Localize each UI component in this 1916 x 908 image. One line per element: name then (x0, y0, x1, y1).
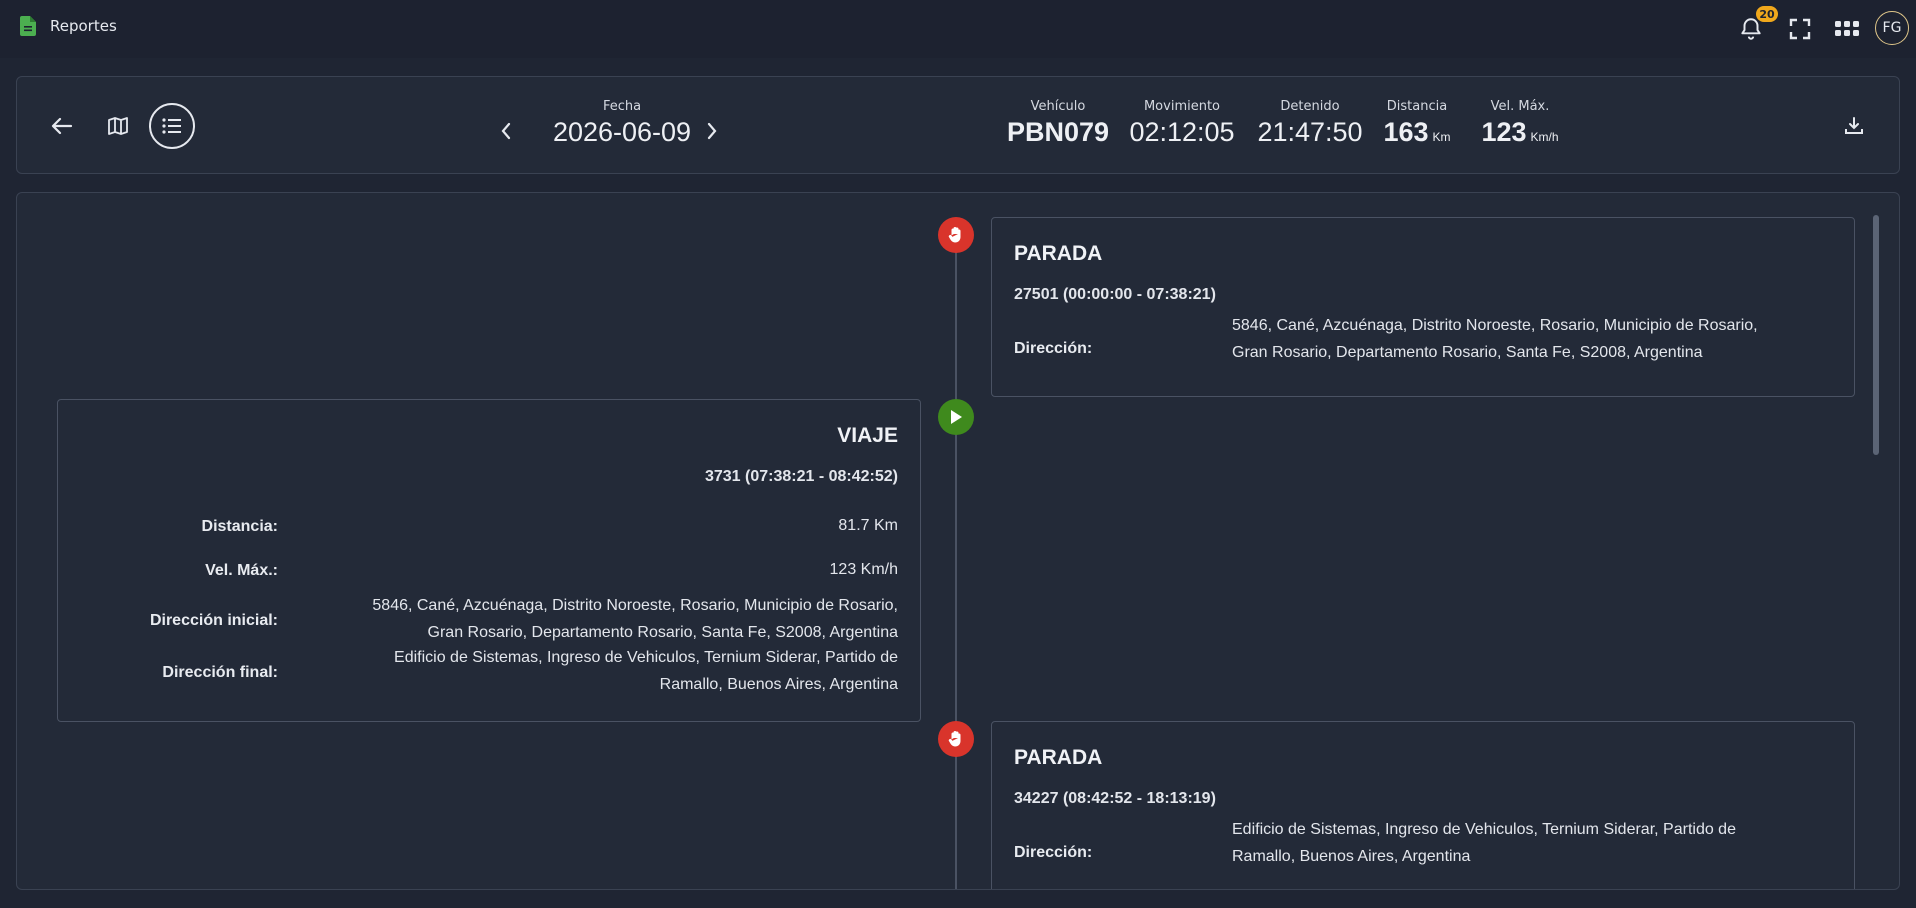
event-title: VIAJE (837, 424, 898, 447)
event-subtitle: 3731 (07:38:21 - 08:42:52) (704, 468, 898, 485)
max-speed-value: 123 Km/h (829, 561, 898, 578)
map-view-button[interactable] (95, 103, 141, 149)
event-title: PARADA (1014, 746, 1103, 769)
stop-event-card[interactable]: PARADA 34227 (08:42:52 - 18:13:19) Direc… (991, 721, 1855, 889)
stat-movement: Movimiento 02:12:05 (1127, 77, 1237, 175)
trip-marker (938, 399, 974, 435)
top-bar: Reportes 20 FG (0, 0, 1916, 58)
address-label: Dirección: (1014, 340, 1093, 357)
address-line: Edificio de Sistemas, Ingreso de Vehicul… (394, 649, 898, 666)
notifications-badge: 20 (1756, 6, 1778, 22)
next-date-button[interactable] (701, 117, 723, 145)
timeline-line (955, 223, 957, 889)
end-address-value: Edificio de Sistemas, Ingreso de Vehicul… (298, 644, 898, 698)
document-icon (20, 16, 36, 36)
address-line: Ramallo, Buenos Aires, Argentina (659, 676, 898, 693)
stat-stopped-label: Detenido (1280, 99, 1340, 114)
stat-distance-label: Distancia (1386, 99, 1448, 114)
fullscreen-icon (1789, 18, 1811, 40)
back-arrow-icon (51, 117, 73, 135)
event-subtitle: 34227 (08:42:52 - 18:13:19) (1014, 790, 1216, 807)
stat-max-speed-unit: Km/h (1530, 130, 1559, 144)
start-address-label: Dirección inicial: (149, 612, 278, 629)
chevron-right-icon (707, 122, 717, 140)
distance-label: Distancia: (201, 518, 278, 535)
start-address-value: 5846, Cané, Azcuénaga, Distrito Noroeste… (298, 592, 898, 646)
address-value: 5846, Cané, Azcuénaga, Distrito Noroeste… (1232, 312, 1832, 366)
stop-marker (938, 217, 974, 253)
previous-date-button[interactable] (495, 117, 517, 145)
timeline-scrollbar[interactable] (1873, 215, 1879, 455)
list-view-button[interactable] (149, 103, 195, 149)
stat-vehicle-label: Vehículo (1030, 99, 1086, 114)
stat-movement-label: Movimiento (1143, 99, 1221, 114)
max-speed-label: Vel. Máx.: (205, 562, 278, 579)
address-line: Gran Rosario, Departamento Rosario, Sant… (427, 624, 898, 641)
timeline-container: PARADA 27501 (00:00:00 - 07:38:21) Direc… (16, 192, 1900, 890)
stat-distance-number: 163 (1383, 117, 1429, 147)
play-icon (951, 410, 962, 424)
event-subtitle: 27501 (00:00:00 - 07:38:21) (1014, 286, 1216, 303)
stat-stopped-value: 21:47:50 (1257, 117, 1363, 147)
date-selector: Fecha 2026-06-09 (517, 77, 727, 175)
address-label: Dirección: (1014, 844, 1093, 861)
stat-stopped: Detenido 21:47:50 (1255, 77, 1365, 175)
apps-grid-icon (1835, 21, 1859, 36)
hand-stop-icon (948, 227, 961, 243)
list-icon (162, 118, 181, 134)
breadcrumb-label: Reportes (50, 17, 117, 35)
report-header: Fecha 2026-06-09 Vehículo PBN079 Movimie… (16, 76, 1900, 174)
stat-max-speed-value: 123 Km/h (1465, 117, 1575, 148)
stat-vehicle: Vehículo PBN079 (1003, 77, 1113, 175)
download-button[interactable] (1831, 103, 1877, 149)
address-line: Ramallo, Buenos Aires, Argentina (1232, 848, 1471, 865)
stat-vehicle-value: PBN079 (1006, 117, 1110, 147)
trip-event-card[interactable]: VIAJE 3731 (07:38:21 - 08:42:52) Distanc… (57, 399, 921, 722)
stat-distance-value: 163 Km (1367, 117, 1467, 148)
address-value: Edificio de Sistemas, Ingreso de Vehicul… (1232, 816, 1832, 870)
distance-value: 81.7 Km (838, 517, 898, 534)
address-line: 5846, Cané, Azcuénaga, Distrito Noroeste… (1232, 317, 1758, 334)
stat-max-speed-label: Vel. Máx. (1490, 99, 1550, 114)
chevron-left-icon (501, 122, 511, 140)
address-line: Edificio de Sistemas, Ingreso de Vehicul… (1232, 821, 1736, 838)
date-label: Fecha (602, 99, 642, 114)
download-icon (1845, 117, 1863, 134)
stop-marker (938, 721, 974, 757)
stat-max-speed-number: 123 (1481, 117, 1527, 147)
address-line: Gran Rosario, Departamento Rosario, Sant… (1232, 344, 1703, 361)
stat-distance-unit: Km (1432, 130, 1451, 144)
end-address-label: Dirección final: (162, 664, 278, 681)
stat-max-speed: Vel. Máx. 123 Km/h (1465, 77, 1575, 175)
date-value[interactable]: 2026-06-09 (517, 117, 727, 148)
fullscreen-button[interactable] (1785, 14, 1815, 44)
breadcrumb[interactable]: Reportes (20, 16, 117, 36)
stat-movement-value: 02:12:05 (1129, 117, 1235, 147)
user-avatar[interactable]: FG (1875, 11, 1909, 45)
stop-event-card[interactable]: PARADA 27501 (00:00:00 - 07:38:21) Direc… (991, 217, 1855, 397)
stat-distance: Distancia 163 Km (1367, 77, 1467, 175)
event-title: PARADA (1014, 242, 1103, 265)
back-button[interactable] (39, 103, 85, 149)
address-line: 5846, Cané, Azcuénaga, Distrito Noroeste… (372, 597, 898, 614)
map-icon (108, 117, 128, 135)
hand-stop-icon (948, 731, 961, 747)
apps-button[interactable] (1832, 14, 1862, 44)
